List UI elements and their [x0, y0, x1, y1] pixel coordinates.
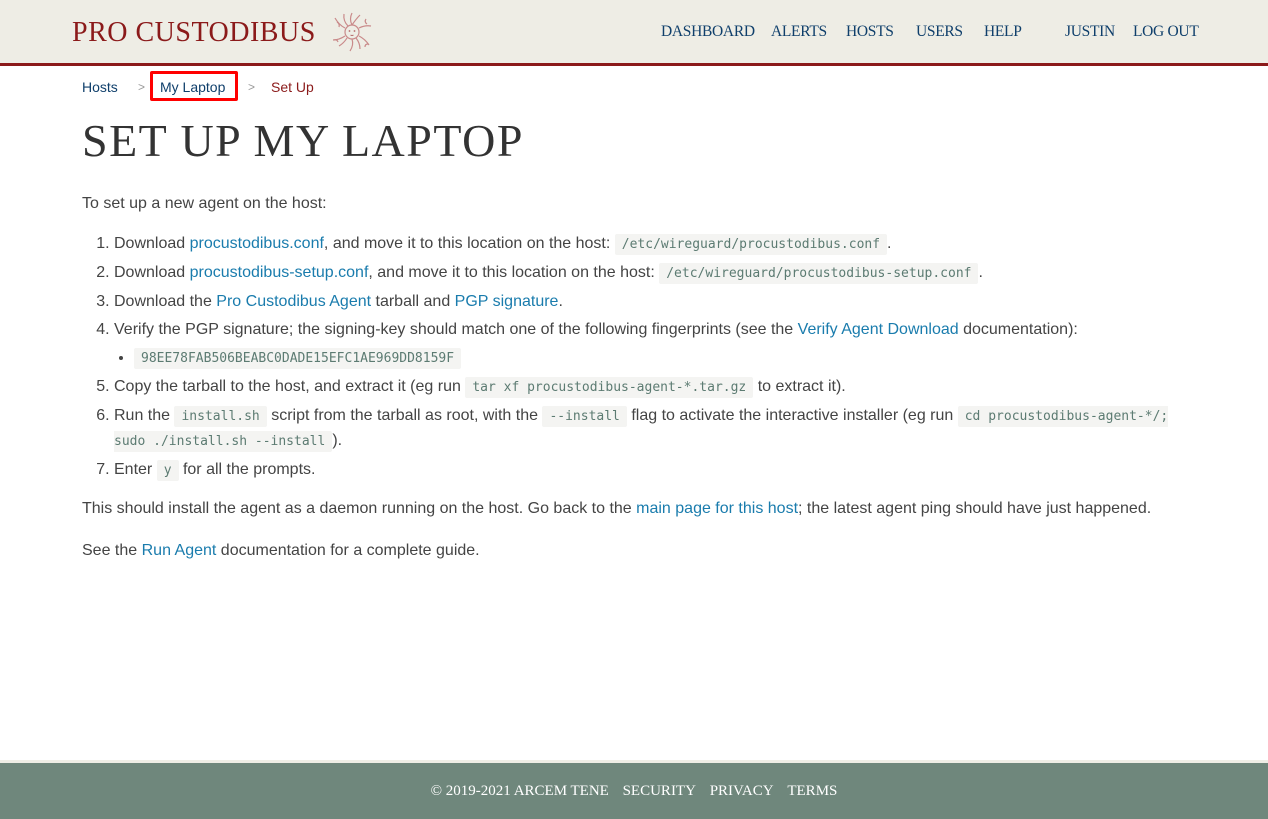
fingerprint-list: 98EE78FAB506BEABC0DADE15EFC1AE969DD8159F [114, 344, 1192, 373]
breadcrumb-my-laptop[interactable]: My Laptop [160, 76, 225, 98]
step-text: to extract it). [753, 378, 846, 395]
setup-instructions: To set up a new agent on the host: Downl… [82, 190, 1192, 565]
nav-users[interactable]: USERS [916, 22, 963, 42]
step-text: Copy the tarball to the host, and extrac… [114, 378, 466, 395]
nav-log-out[interactable]: LOG OUT [1133, 22, 1199, 42]
main-nav: DASHBOARD ALERTS HOSTS USERS HELP JUSTIN… [0, 22, 1268, 42]
step-text: . [978, 264, 983, 281]
setup-steps: Download procustodibus.conf, and move it… [82, 230, 1192, 485]
install-flag-code: --install [542, 406, 627, 427]
step-text: ). [332, 432, 343, 449]
step-text: , and move it to this location on the ho… [323, 235, 615, 252]
footer-links: © 2019-2021 ARCEM TENE SECURITY PRIVACY … [0, 783, 1268, 800]
footer-security-link[interactable]: SECURITY [623, 783, 696, 799]
guide-text: See the Run Agent documentation for a co… [82, 537, 1192, 565]
site-header: PRO CUSTODIBUS DASHBOARD ALERTS HOSTS US… [0, 0, 1268, 66]
nav-alerts[interactable]: ALERTS [771, 22, 827, 42]
step-7: Enter y for all the prompts. [114, 456, 1192, 485]
step-3: Download the Pro Custodibus Agent tarbal… [114, 288, 1192, 316]
step-text: Download [114, 235, 190, 252]
intro-text: To set up a new agent on the host: [82, 195, 327, 212]
step-2: Download procustodibus-setup.conf, and m… [114, 259, 1192, 288]
setup-conf-path-code: /etc/wireguard/procustodibus-setup.conf [659, 263, 979, 284]
step-text: documentation): [958, 321, 1078, 338]
step-text: Download [114, 264, 190, 281]
step-5: Copy the tarball to the host, and extrac… [114, 373, 1192, 402]
page-title: SET UP MY LAPTOP [82, 115, 524, 166]
site-footer: © 2019-2021 ARCEM TENE SECURITY PRIVACY … [0, 760, 1268, 819]
extract-command-code: tar xf procustodibus-agent-*.tar.gz [465, 377, 754, 398]
download-conf-link[interactable]: procustodibus.conf [190, 235, 324, 252]
breadcrumb-current: Set Up [271, 79, 314, 95]
step-text: Download the [114, 293, 217, 310]
install-script-code: install.sh [174, 406, 267, 427]
run-agent-link[interactable]: Run Agent [142, 542, 217, 559]
nav-dashboard[interactable]: DASHBOARD [661, 22, 755, 42]
completion-text: This should install the agent as a daemo… [82, 497, 1192, 521]
nav-user-profile[interactable]: JUSTIN [1065, 22, 1115, 42]
download-agent-link[interactable]: Pro Custodibus Agent [216, 293, 371, 310]
step-text: . [558, 293, 563, 310]
step-4: Verify the PGP signature; the signing-ke… [114, 316, 1192, 373]
download-setup-conf-link[interactable]: procustodibus-setup.conf [190, 264, 369, 281]
breadcrumb-separator: > [138, 80, 146, 94]
nav-hosts[interactable]: HOSTS [846, 22, 894, 42]
step-text: Verify the PGP signature; the signing-ke… [114, 321, 798, 338]
fingerprint-item: 98EE78FAB506BEABC0DADE15EFC1AE969DD8159F [134, 344, 1192, 373]
breadcrumb-hosts[interactable]: Hosts [82, 76, 118, 98]
step-1: Download procustodibus.conf, and move it… [114, 230, 1192, 259]
step-text: tarball and [371, 293, 455, 310]
footer-privacy-link[interactable]: PRIVACY [710, 783, 774, 799]
paragraph-text: See the [82, 542, 142, 559]
verify-agent-download-link[interactable]: Verify Agent Download [798, 321, 959, 338]
breadcrumb-separator: > [248, 80, 256, 94]
paragraph-text: documentation for a complete guide. [216, 542, 480, 559]
step-text: for all the prompts. [178, 461, 316, 478]
step-6: Run the install.sh script from the tarba… [114, 402, 1192, 456]
step-text: Enter [114, 461, 157, 478]
paragraph-text: ; the latest agent ping should have just… [798, 500, 1152, 517]
copyright-text: © 2019-2021 ARCEM TENE [430, 783, 609, 799]
step-text: . [887, 235, 892, 252]
step-text: script from the tarball as root, with th… [266, 407, 543, 424]
step-text: flag to activate the interactive install… [626, 407, 958, 424]
footer-terms-link[interactable]: TERMS [787, 783, 837, 799]
step-text: Run the [114, 407, 175, 424]
fingerprint-code: 98EE78FAB506BEABC0DADE15EFC1AE969DD8159F [134, 348, 462, 369]
host-main-page-link[interactable]: main page for this host [636, 500, 798, 517]
step-text: , and move it to this location on the ho… [368, 264, 660, 281]
conf-path-code: /etc/wireguard/procustodibus.conf [614, 234, 888, 255]
pgp-signature-link[interactable]: PGP signature [455, 293, 559, 310]
nav-help[interactable]: HELP [984, 22, 1022, 42]
paragraph-text: This should install the agent as a daemo… [82, 500, 637, 517]
prompt-answer-code: y [156, 460, 179, 481]
